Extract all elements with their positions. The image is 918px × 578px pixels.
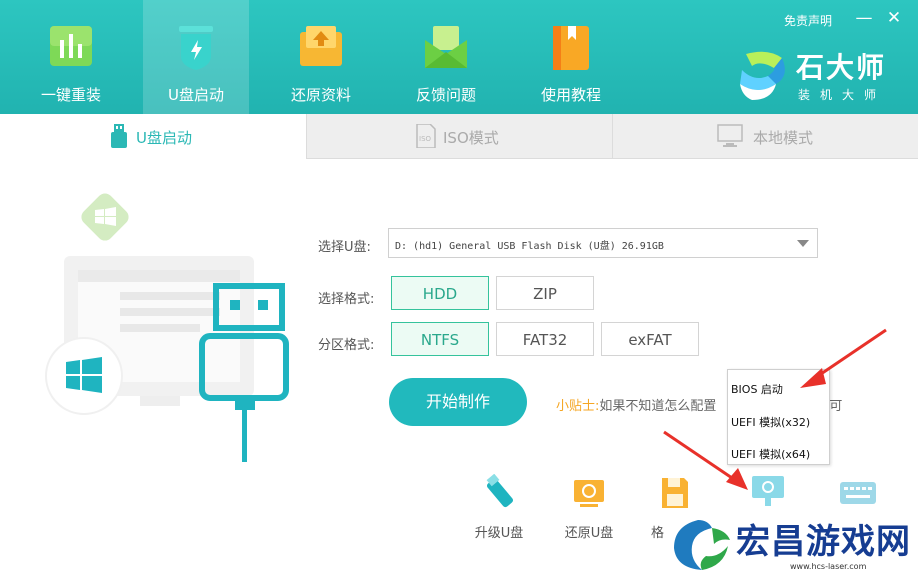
close-button[interactable]: ✕ [884, 8, 904, 28]
logo-mark-icon [740, 51, 785, 100]
book-icon [553, 26, 589, 70]
nav-label: 使用教程 [540, 86, 601, 104]
nav-usb-boot[interactable]: U盘启动 [143, 0, 249, 114]
mode-tabs: U盘启动 ISO ISO模式 本地模式 [0, 114, 918, 159]
watermark-title: 宏昌游戏网 [736, 522, 911, 562]
tab-usb-boot[interactable]: U盘启动 [0, 114, 306, 158]
floppy-icon [662, 478, 688, 508]
svg-text:ISO: ISO [419, 135, 432, 143]
iso-file-icon: ISO [416, 124, 436, 148]
nav-tutorial[interactable]: 使用教程 [518, 0, 624, 114]
app-header: 一键重装 U盘启动 还原资料 反馈问题 使用教程 免责声明 — ✕ 石大师 装机… [0, 0, 918, 114]
usb-drive-value: D: (hd1) General USB Flash Disk (U盘) 26.… [395, 241, 664, 252]
menu-item-uefi-x64[interactable]: UEFI 模拟(x64) [731, 446, 810, 462]
tool-label: 还原U盘 [564, 526, 614, 541]
menu-item-bios-boot[interactable]: BIOS 启动 [731, 381, 783, 397]
nav-restore-data[interactable]: 还原资料 [268, 0, 374, 114]
restore-folder-icon [300, 26, 342, 66]
nav-label: 反馈问题 [415, 86, 476, 104]
format-label: 选择格式: [318, 292, 375, 307]
partition-option-ntfs[interactable]: NTFS [391, 322, 489, 356]
tool-label: 升级U盘 [474, 526, 524, 541]
tab-iso-mode[interactable]: ISO ISO模式 [306, 114, 613, 159]
nav-label: 还原资料 [290, 86, 351, 104]
nav-label: U盘启动 [168, 86, 224, 104]
watermark-url: www.hcs-laser.com [790, 562, 867, 571]
nav-label: 一键重装 [40, 86, 101, 104]
logo-subtitle: 装机大师 [798, 88, 887, 102]
monitor-icon [717, 124, 743, 147]
restore-usb-tool[interactable]: 还原U盘 [554, 474, 624, 544]
chevron-down-icon[interactable] [797, 240, 809, 247]
partition-option-fat32[interactable]: FAT32 [496, 322, 594, 356]
nav-one-click-reinstall[interactable]: 一键重装 [18, 0, 124, 114]
disclaimer-link[interactable]: 免责声明 [784, 12, 832, 29]
usb-shield-icon [179, 26, 213, 70]
usb-drive-select[interactable]: D: (hd1) General USB Flash Disk (U盘) 26.… [388, 228, 818, 258]
keyboard-tool-icon[interactable] [838, 478, 878, 508]
start-make-button[interactable]: 开始制作 [389, 378, 527, 426]
menu-item-uefi-x32[interactable]: UEFI 模拟(x32) [731, 414, 810, 430]
tip-body: 如果不知道怎么配置 [599, 399, 717, 414]
partition-option-exfat[interactable]: exFAT [601, 322, 699, 356]
upgrade-usb-tool[interactable]: 升级U盘 [464, 474, 534, 544]
tab-local-mode[interactable]: 本地模式 [612, 114, 918, 159]
watermark: 宏昌游戏网 www.hcs-laser.com [668, 514, 918, 578]
nav-feedback[interactable]: 反馈问题 [393, 0, 499, 114]
format-option-zip[interactable]: ZIP [496, 276, 594, 310]
usb-restore-icon [574, 480, 604, 507]
windows-diamond-icon [81, 193, 129, 241]
brand-logo: 石大师 装机大师 [738, 46, 908, 106]
usb-boot-illustration [45, 193, 289, 462]
select-usb-label: 选择U盘: [318, 240, 371, 255]
tab-label: 本地模式 [753, 129, 814, 147]
usb-upgrade-icon [486, 474, 514, 508]
tab-label: U盘启动 [136, 129, 192, 147]
minimize-button[interactable]: — [854, 8, 874, 28]
tip-label: 小贴士: [556, 399, 600, 414]
usb-stick-icon [111, 124, 127, 148]
mail-icon [425, 26, 467, 68]
partition-label: 分区格式: [318, 338, 375, 353]
dragon-logo-icon [674, 520, 730, 570]
boot-mode-menu: BIOS 启动 UEFI 模拟(x32) UEFI 模拟(x64) [727, 369, 830, 465]
bar-chart-icon [50, 26, 92, 66]
bios-tool-icon[interactable] [748, 474, 788, 510]
format-option-hdd[interactable]: HDD [391, 276, 489, 310]
logo-title: 石大师 [796, 51, 887, 84]
tab-label: ISO模式 [443, 129, 499, 147]
